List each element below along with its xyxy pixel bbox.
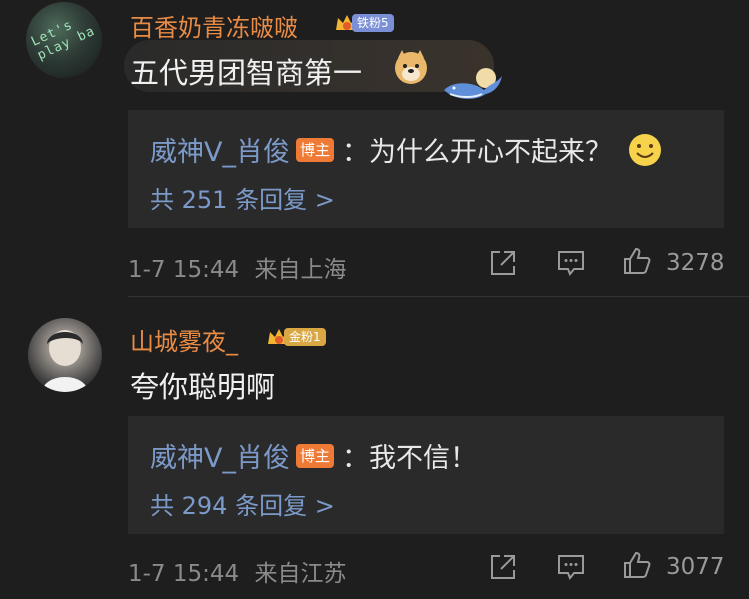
- fan-badge[interactable]: 铁粉5: [334, 12, 394, 34]
- avatar-text: Let's play ba: [28, 17, 98, 64]
- comment-meta: 1-7 15:44 来自江苏: [128, 554, 346, 588]
- share-icon[interactable]: [488, 552, 518, 582]
- avatar[interactable]: Let's play ba: [26, 2, 102, 78]
- reply-line: 威神V_肖俊 博主 ：为什么开心不起来？: [150, 130, 662, 169]
- reply-author[interactable]: 威神V_肖俊: [150, 436, 290, 475]
- like-count: 3077: [666, 554, 725, 580]
- reply-text: ：我不信！: [342, 443, 477, 474]
- view-replies-link[interactable]: 共 251 条回复 >: [150, 180, 335, 215]
- reply-text: ：为什么开心不起来？: [342, 137, 612, 168]
- comment-time: 1-7 15:44: [128, 257, 240, 283]
- comment-text: 五代男团智商第一: [130, 56, 363, 90]
- view-replies-link[interactable]: 共 294 条回复 >: [150, 486, 335, 521]
- avatar-portrait: [42, 330, 88, 392]
- comment-location: 来自上海: [254, 257, 347, 283]
- badge-label: 金粉1: [284, 328, 326, 346]
- host-tag: 博主: [295, 137, 334, 162]
- comment-item: Let's play ba 百香奶青冻啵啵 铁粉5 五代男团智商第一 威神V_肖…: [0, 0, 749, 296]
- fan-badge[interactable]: 金粉1: [266, 326, 326, 348]
- comment-divider: [128, 296, 749, 297]
- avatar[interactable]: [28, 318, 102, 392]
- comment-item: 山城雾夜_ 金粉1 夸你聪明啊 威神V_肖俊 博主 ：我不信！ 共 294 条回…: [0, 304, 749, 599]
- like-icon[interactable]: [622, 550, 652, 580]
- smiley-emoji-icon: [629, 133, 661, 166]
- like-icon[interactable]: [622, 246, 652, 276]
- badge-label: 铁粉5: [352, 14, 394, 32]
- comment-meta: 1-7 15:44 来自上海: [128, 250, 346, 284]
- reply-preview[interactable]: 威神V_肖俊 博主 ：我不信！ 共 294 条回复 >: [128, 416, 724, 534]
- comment-time: 1-7 15:44: [128, 561, 240, 587]
- share-icon[interactable]: [488, 248, 518, 278]
- like-count: 3278: [666, 250, 725, 276]
- reply-preview[interactable]: 威神V_肖俊 博主 ：为什么开心不起来？ 共 251 条回复 >: [128, 110, 724, 228]
- comment-icon[interactable]: [556, 248, 586, 278]
- doge-emoji-icon: [395, 50, 427, 84]
- username[interactable]: 山城雾夜_: [130, 322, 238, 357]
- reply-author[interactable]: 威神V_肖俊: [150, 130, 290, 169]
- username[interactable]: 百香奶青冻啵啵: [130, 8, 298, 43]
- host-tag: 博主: [295, 443, 334, 468]
- comment-icon[interactable]: [556, 552, 586, 582]
- comment-location: 来自江苏: [254, 561, 347, 587]
- whale-decoration-icon: [444, 68, 502, 99]
- reply-line: 威神V_肖俊 博主 ：我不信！: [150, 436, 477, 475]
- comment-text: 夸你聪明啊: [130, 370, 276, 404]
